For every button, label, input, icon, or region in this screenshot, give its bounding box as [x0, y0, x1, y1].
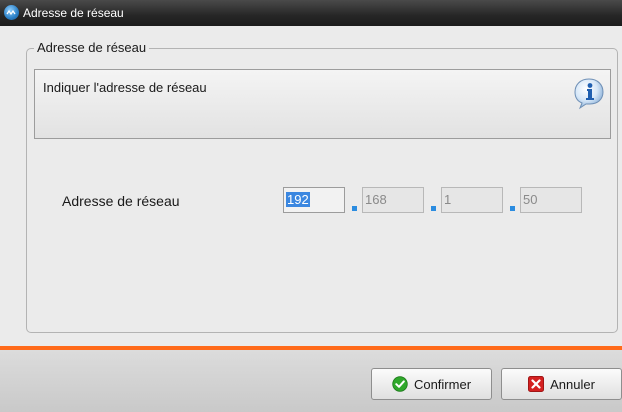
app-logo-icon: [4, 5, 19, 20]
check-icon: [392, 376, 408, 392]
close-icon: [528, 376, 545, 392]
octet-separator-dot: [431, 206, 436, 211]
octet-separator-dot: [352, 206, 357, 211]
window-title: Adresse de réseau: [23, 6, 124, 20]
octet-2-input[interactable]: 168: [362, 187, 424, 213]
confirm-button[interactable]: Confirmer: [371, 368, 492, 400]
info-icon: [572, 76, 606, 110]
octet-3-value: 1: [444, 192, 452, 207]
octet-1-input[interactable]: 192: [283, 187, 345, 213]
confirm-button-label: Confirmer: [413, 376, 472, 392]
info-text: Indiquer l'adresse de réseau: [43, 80, 207, 95]
network-address-label: Adresse de réseau: [62, 193, 180, 209]
octet-1-value: 192: [286, 192, 310, 207]
octet-separator-dot: [510, 206, 515, 211]
octet-4-input[interactable]: 50: [520, 187, 582, 213]
octet-3-input[interactable]: 1: [441, 187, 503, 213]
cancel-button[interactable]: Annuler: [501, 368, 622, 400]
octet-4-value: 50: [523, 192, 538, 207]
info-panel: Indiquer l'adresse de réseau: [34, 69, 611, 139]
title-bar: Adresse de réseau: [0, 0, 622, 26]
octet-2-value: 168: [365, 192, 387, 207]
cancel-button-label: Annuler: [550, 376, 595, 392]
group-legend: Adresse de réseau: [34, 40, 150, 56]
